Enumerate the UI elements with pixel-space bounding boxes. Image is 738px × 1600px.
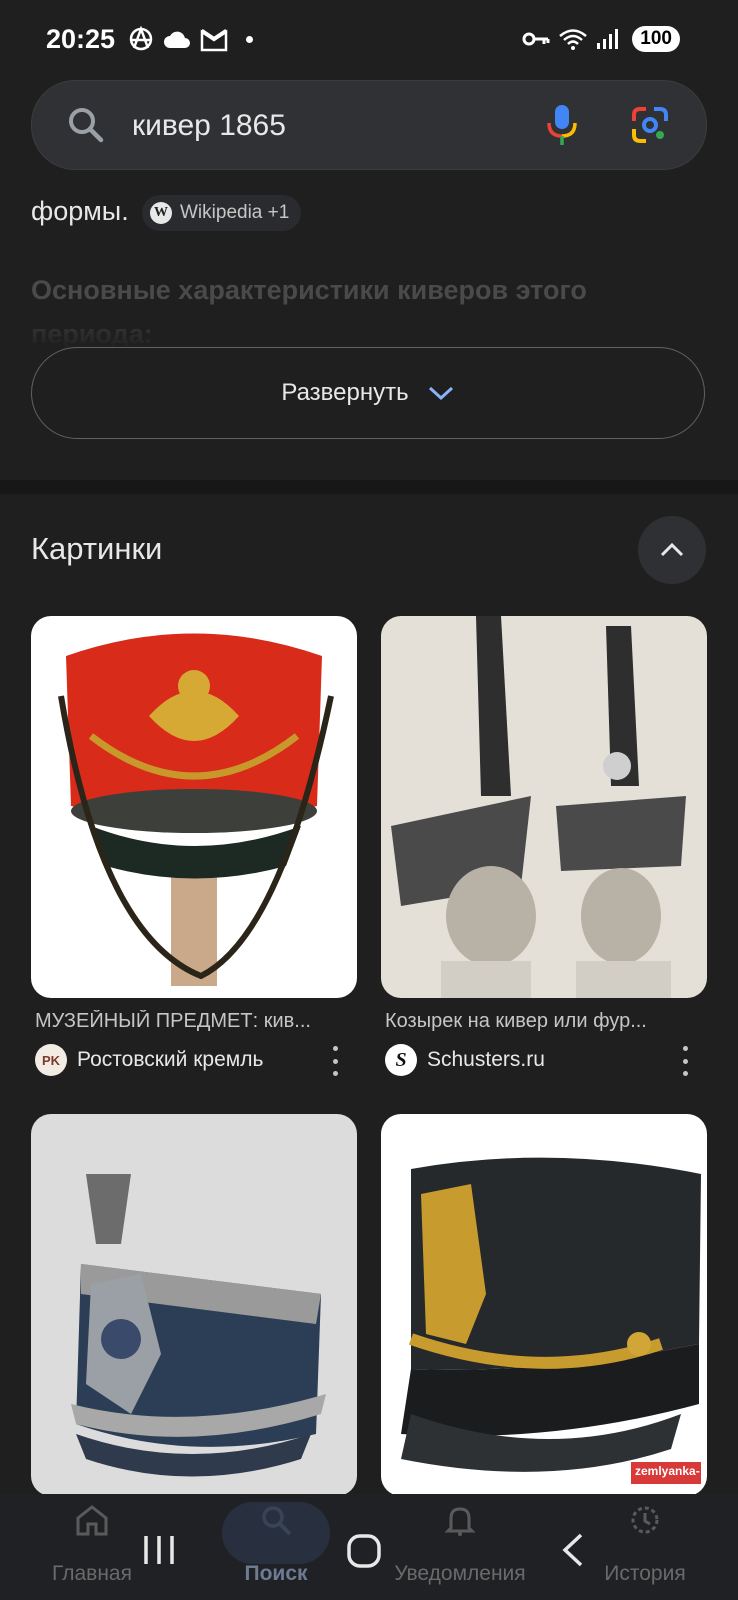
- image-source[interactable]: PK Ростовский кремль: [35, 1044, 263, 1076]
- search-icon[interactable]: [66, 105, 106, 145]
- nav-label: Поиск: [244, 1562, 308, 1585]
- search-bar[interactable]: кивер 1865: [31, 80, 707, 170]
- signal-icon: [597, 29, 619, 49]
- image-caption[interactable]: МУЗЕЙНЫЙ ПРЕДМЕТ: кив...: [35, 1010, 353, 1033]
- battery-indicator: 100: [632, 26, 680, 52]
- nav-item-history[interactable]: История: [575, 1504, 715, 1586]
- nav-label: Уведомления: [394, 1562, 526, 1585]
- nav-label: История: [604, 1562, 686, 1585]
- source-chip[interactable]: W Wikipedia +1: [142, 195, 302, 231]
- status-icons-left: [128, 26, 253, 52]
- search-input[interactable]: кивер 1865: [132, 109, 286, 143]
- recent-apps-icon[interactable]: [142, 1532, 176, 1568]
- google-lens-icon[interactable]: [630, 105, 670, 145]
- image-source[interactable]: S Schusters.ru: [385, 1044, 545, 1076]
- image-card[interactable]: [31, 1114, 357, 1496]
- nav-item-notifications[interactable]: Уведомления: [390, 1504, 530, 1586]
- fade-overlay: [0, 300, 738, 350]
- wifi-icon: [559, 29, 588, 50]
- expand-button[interactable]: Развернуть: [31, 347, 705, 439]
- image-source-label: Ростовский кремль: [77, 1048, 264, 1071]
- clock: 20:25: [46, 24, 116, 54]
- expand-label: Развернуть: [281, 379, 409, 406]
- images-section-title: Картинки: [31, 531, 163, 566]
- status-bar: 20:25 100: [0, 0, 738, 80]
- nav-item-home[interactable]: Главная: [22, 1504, 162, 1586]
- microphone-icon[interactable]: [542, 103, 582, 147]
- chevron-down-icon: [428, 386, 453, 401]
- schusters-logo-icon: S: [385, 1044, 417, 1076]
- overview-text: формы.: [31, 196, 129, 226]
- more-options-icon[interactable]: [677, 1046, 693, 1076]
- image-caption[interactable]: Козырек на кивер или фур...: [385, 1010, 703, 1033]
- image-watermark: zemlyanka-: [635, 1464, 700, 1478]
- status-icons-right: 100: [522, 26, 680, 52]
- history-icon: [631, 1506, 659, 1534]
- collapse-button[interactable]: [638, 516, 706, 584]
- image-card[interactable]: [381, 616, 707, 998]
- active-nav-indicator: [222, 1502, 330, 1564]
- nav-label: Главная: [52, 1562, 132, 1585]
- mail-m-icon: [200, 28, 228, 52]
- notification-dot: [246, 35, 253, 43]
- back-icon[interactable]: [560, 1532, 586, 1568]
- image-card[interactable]: zemlyanka-: [381, 1114, 707, 1496]
- section-divider: [0, 480, 738, 494]
- image-thumbnail[interactable]: [31, 1114, 357, 1496]
- source-chip-label: Wikipedia +1: [180, 202, 290, 223]
- image-source-label: Schusters.ru: [427, 1048, 545, 1071]
- anarchy-icon: [129, 26, 153, 51]
- chevron-up-icon: [660, 542, 684, 557]
- cloud-icon: [164, 31, 190, 48]
- bell-icon: [444, 1507, 476, 1536]
- home-icon: [76, 1505, 108, 1536]
- wikipedia-icon: W: [150, 202, 172, 224]
- vpn-key-icon: [522, 32, 550, 46]
- image-thumbnail[interactable]: [381, 616, 707, 998]
- image-thumbnail[interactable]: [381, 1114, 707, 1496]
- home-button-icon[interactable]: [346, 1533, 382, 1569]
- rostov-kremlin-logo-icon: PK: [35, 1044, 67, 1076]
- image-card[interactable]: [31, 616, 357, 998]
- more-options-icon[interactable]: [327, 1046, 343, 1076]
- image-thumbnail[interactable]: [31, 616, 357, 998]
